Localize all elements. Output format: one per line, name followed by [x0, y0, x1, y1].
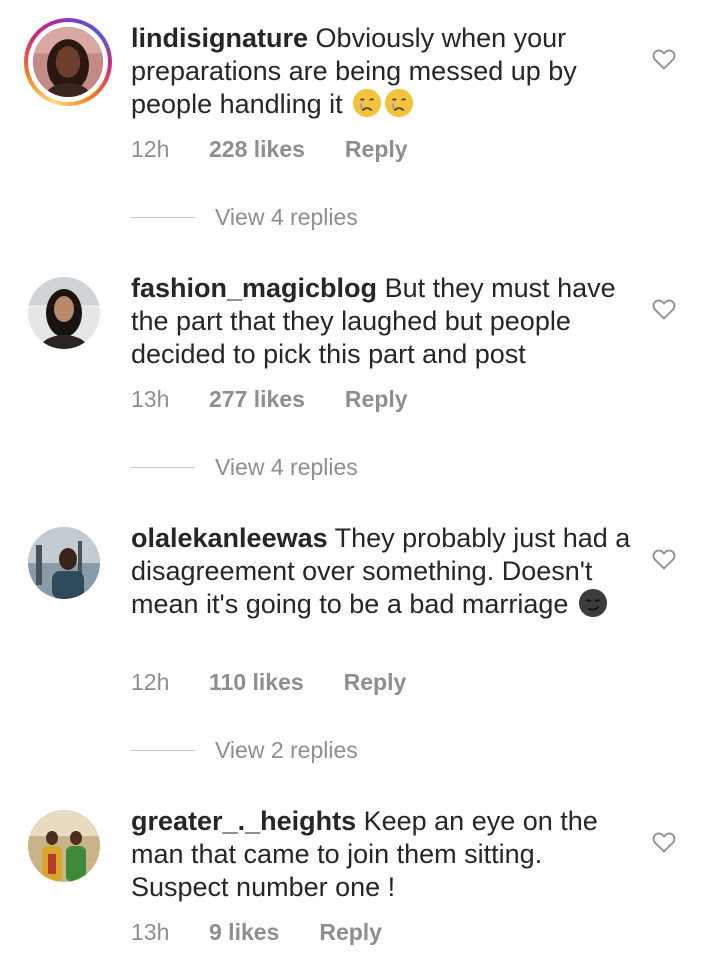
story-ring-avatar[interactable] [24, 18, 112, 106]
username-link[interactable]: fashion_magicblog [131, 273, 377, 303]
avatar [28, 22, 108, 102]
reply-button[interactable]: Reply [344, 669, 407, 696]
smirk-face-icon [578, 588, 608, 618]
heart-outline-icon[interactable] [652, 298, 676, 320]
reply-button[interactable]: Reply [345, 136, 408, 163]
user-avatar-image [33, 27, 103, 97]
likes-count[interactable]: 228 likes [209, 136, 305, 163]
user-avatar-image [28, 527, 100, 599]
replies-divider [131, 216, 195, 218]
timestamp: 13h [131, 386, 170, 412]
comment-meta: 13h 9 likes Reply [131, 919, 382, 946]
comment-meta: 12h 228 likes Reply [131, 136, 408, 163]
likes-count[interactable]: 277 likes [209, 386, 305, 413]
reply-button[interactable]: Reply [319, 919, 382, 946]
heart-outline-icon[interactable] [652, 831, 676, 853]
timestamp: 13h [131, 919, 170, 945]
comment-text: lindisignature Obviously when your prepa… [131, 22, 631, 121]
view-replies-button[interactable]: View 4 replies [131, 202, 358, 232]
crying-face-icon [352, 88, 382, 118]
username-link[interactable]: olalekanleewas [131, 523, 328, 553]
comment-text: greater_._heights Keep an eye on the man… [131, 805, 631, 904]
username-link[interactable]: greater_._heights [131, 806, 356, 836]
view-replies-button[interactable]: View 4 replies [131, 452, 358, 482]
view-replies-label: View 4 replies [215, 203, 358, 230]
comment-text: fashion_magicblog But they must have the… [131, 272, 631, 371]
view-replies-button[interactable]: View 2 replies [131, 735, 358, 765]
likes-count[interactable]: 9 likes [209, 919, 279, 946]
timestamp: 12h [131, 669, 170, 695]
view-replies-label: View 2 replies [215, 736, 358, 763]
likes-count[interactable]: 110 likes [209, 669, 304, 696]
avatar [28, 277, 100, 349]
comment-meta: 13h 277 likes Reply [131, 386, 408, 413]
timestamp: 12h [131, 136, 170, 162]
crying-face-icon [384, 88, 414, 118]
user-avatar-image [28, 277, 100, 349]
username-link[interactable]: lindisignature [131, 23, 308, 53]
avatar-wrap[interactable] [28, 527, 104, 603]
avatar-wrap[interactable] [28, 810, 104, 886]
comment-meta: 12h 110 likes Reply [131, 669, 406, 696]
replies-divider [131, 749, 195, 751]
avatar-wrap[interactable] [28, 277, 104, 353]
avatar [28, 527, 100, 599]
comment-text: olalekanleewas They probably just had a … [131, 522, 631, 621]
reply-button[interactable]: Reply [345, 386, 408, 413]
heart-outline-icon[interactable] [652, 48, 676, 70]
replies-divider [131, 466, 195, 468]
view-replies-label: View 4 replies [215, 453, 358, 480]
user-avatar-image [28, 810, 100, 882]
avatar [28, 810, 100, 882]
heart-outline-icon[interactable] [652, 548, 676, 570]
